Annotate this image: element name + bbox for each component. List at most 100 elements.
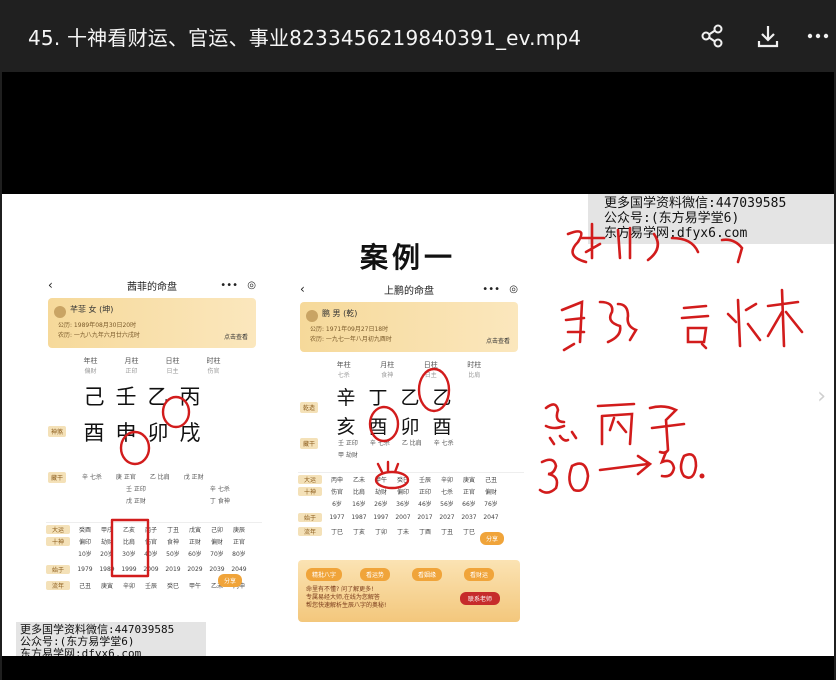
stem: 壬 [115,385,137,409]
pillar-sub: 七杀 [337,372,350,379]
canggan-rows: 壬 正印 辛 七杀 乙 比肩 辛 七杀 甲 劫财 [338,438,454,459]
table-cell: 丁巳 [462,528,475,536]
row-label: 十神 [46,536,70,546]
branch: 酉 [368,416,388,438]
table-cell: 2017 [417,513,433,521]
table-cell: 20岁 [100,550,114,558]
table-cell: 庚寅 [100,582,113,590]
canggan-label: 藏干 [300,438,319,449]
promo-button: 精批八字 [306,568,343,581]
pillar-sub: 比肩 [468,372,481,379]
table-cell: 偏印 [396,488,409,496]
pillar-name: 时柱 [467,361,482,369]
canggan-cell: 辛 七杀 [209,486,230,493]
branch: 戌 [179,421,201,445]
video-frame[interactable]: 更多国学资料微信:447039585 公众号:(东方易学堂6) 东方易学网:df… [2,194,834,656]
share-button: 分享 [480,532,505,545]
dayun-table: 大运 丙申 乙未 甲午 癸巳 壬辰 辛卯 庚寅 己丑 十神 伤官 比肩 劫财 偏… [298,472,524,537]
table-cell: 2007 [395,513,411,521]
table-cell: 36岁 [396,500,410,508]
table-cell: 庚辰 [232,526,245,534]
table-cell: 正印 [418,488,431,496]
stem: 己 [83,385,105,409]
canggan-cell: 乙 比肩 [149,474,170,481]
watermark-line: 东方易学网:dfyx6.com [20,647,142,657]
table-cell: 2027 [439,513,455,521]
table-cell: 56岁 [440,500,454,508]
table-cell: 比肩 [352,488,365,496]
pillar-sub: 日主 [424,372,437,379]
table-cell: 劫财 [100,538,113,546]
stem: 乙 [400,387,420,409]
pillar-name: 月柱 [380,361,395,369]
watermark-bottom: 更多国学资料微信:447039585 公众号:(东方易学堂6) 东方易学网:df… [16,622,206,656]
table-cell: 70岁 [210,550,224,558]
table-cell: 2047 [483,513,499,521]
table-cell: 76岁 [484,500,498,508]
table-cell: 2029 [187,565,203,573]
pillar-sub: 伤官 [207,368,220,375]
promo-button: 看运势 [360,568,391,581]
table-cell: 26岁 [374,500,388,508]
canggan-cell: 丁 食神 [209,498,230,505]
heavenly-stems: 辛 丁 乙 乙 [294,383,524,410]
table-cell: 丁卯 [374,528,387,536]
table-cell: 正财 [188,538,201,546]
table-cell: 40岁 [144,550,158,558]
heavenly-stems: 己 壬 乙 丙 [42,381,262,411]
record-icon: ◎ [247,279,256,291]
table-cell: 2049 [231,565,247,573]
table-cell: 2037 [461,513,477,521]
promo-line: 命里有不懂? 问了解更多! [306,586,374,593]
video-title-bar: 45. 十神看财运、官运、事业8233456219840391_ev.mp4 [0,0,836,72]
table-cell: 6岁 [332,500,342,508]
pillar-name: 日柱 [423,361,438,369]
table-cell: 偏印 [78,538,91,546]
share-icon[interactable] [694,18,730,54]
stem: 丙 [179,385,201,409]
next-slide-arrow-icon[interactable]: › [817,384,826,409]
canggan-label: 藏干 [48,472,67,483]
branch: 酉 [432,416,452,438]
table-row: 十神 偏印 劫财 比肩 伤官 食神 正财 偏财 正官 [46,535,262,547]
table-row: 大运 丙申 乙未 甲午 癸巳 壬辰 辛卯 庚寅 己丑 [298,473,524,485]
table-cell: 丁丑 [166,526,179,534]
profile-button: 点击查看 [223,334,248,341]
table-row: 6岁 16岁 26岁 36岁 46岁 56岁 66岁 76岁 [298,497,524,509]
table-cell: 辛卯 [440,476,453,484]
table-cell: 50岁 [166,550,180,558]
phone-screenshot-b: ‹ 上鹏的命盘 ••• ◎ 鹏 男 (乾) 公历: 1971年09月27日18时… [294,278,524,624]
table-cell: 46岁 [418,500,432,508]
case-title: 案例一 [360,241,457,274]
watermark-line: 东方易学网:dfyx6.com [604,226,748,241]
pillar-sub: 偏财 [84,368,97,375]
stem: 乙 [432,387,452,409]
watermark-top: 更多国学资料微信:447039585 公众号:(东方易学堂6) 东方易学网:df… [588,194,834,244]
table-cell: 丁巳 [330,528,343,536]
table-cell: 比肩 [122,538,135,546]
table-cell: 乙亥 [122,526,135,534]
table-cell: 2019 [165,565,181,573]
table-cell: 甲戌 [100,526,113,534]
download-icon[interactable] [750,18,786,54]
table-cell: 66岁 [462,500,476,508]
canggan-cell: 戊 正财 [126,498,146,505]
table-cell: 1977 [329,513,345,521]
table-cell: 丁丑 [440,528,453,536]
table-cell: 丙子 [144,526,157,534]
share-button: 分享 [218,574,243,587]
table-cell: 1997 [373,513,389,521]
profile-solar: 公历: 1989年08月30日20时 [58,322,137,329]
table-cell: 偏财 [484,488,497,496]
more-icon: ••• [482,283,500,295]
table-row: 十神 伤官 比肩 劫财 偏印 正印 七杀 正官 偏财 [298,485,524,497]
record-icon: ◎ [509,283,518,295]
table-cell: 癸巳 [396,476,409,484]
stem: 丁 [368,387,388,409]
table-cell: 乙未 [352,476,365,484]
phone-screenshot-a: ‹ 茜菲的命盘 ••• ◎ 芊菲 女 (坤) 公历: 1989年08月30日20… [42,274,262,622]
table-row: 始于 1977 1987 1997 2007 2017 2027 2037 20… [298,511,524,523]
table-cell: 戊寅 [188,526,201,534]
branch: 申 [115,421,137,445]
more-icon[interactable] [800,18,836,54]
